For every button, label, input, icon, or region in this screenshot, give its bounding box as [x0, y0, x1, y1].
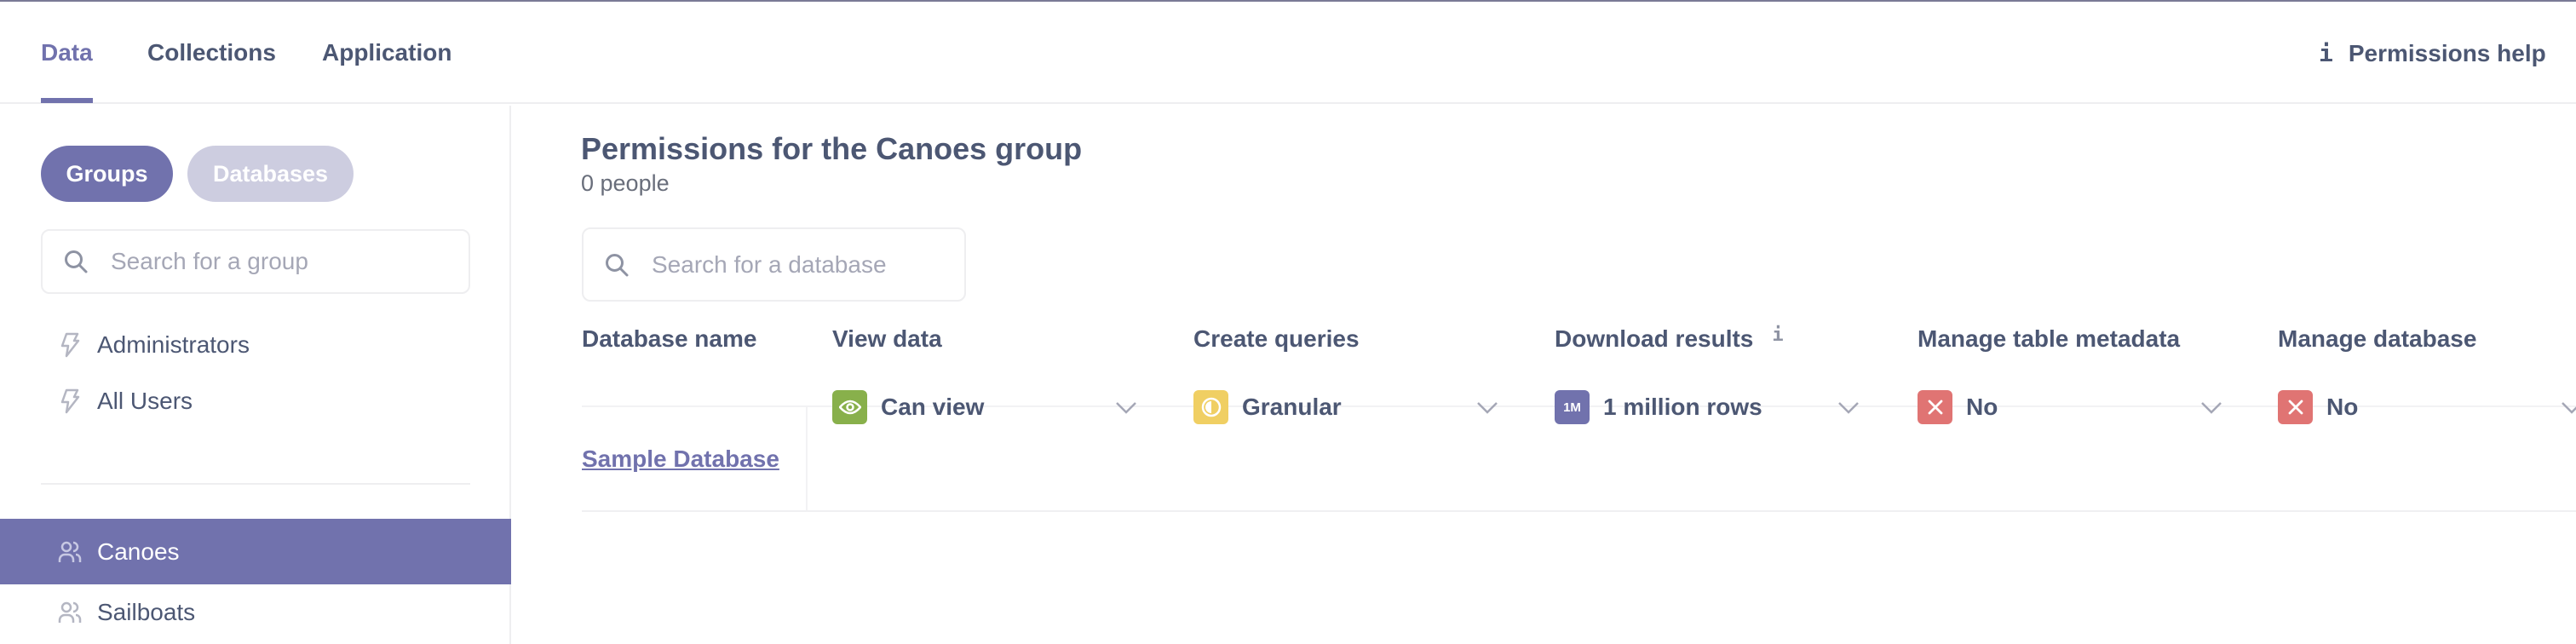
chevron-down-icon	[1838, 402, 1859, 414]
permissions-panel: Permissions for the Canoes group 0 peopl…	[513, 106, 2576, 644]
close-icon	[2278, 390, 2313, 424]
group-icon	[56, 538, 83, 566]
create-queries-select[interactable]: Granular	[1193, 389, 1500, 425]
column-header-label: Download results	[1555, 325, 1754, 352]
view-data-value: Can view	[881, 394, 985, 420]
permissions-help-label: Permissions help	[2348, 39, 2546, 66]
member-count: 0 people	[581, 170, 670, 196]
sidebar-item-label: Canoes	[97, 538, 180, 565]
sidebar-divider	[41, 483, 470, 485]
bolt-icon	[56, 388, 83, 415]
column-header-create-queries: Create queries	[1193, 325, 1360, 352]
database-search-input[interactable]: Search for a database	[582, 227, 966, 302]
sidebar: Groups Databases Search for a group Admi…	[0, 106, 511, 644]
active-tab-indicator	[41, 98, 93, 103]
sidebar-item-administrators[interactable]: Administrators	[0, 318, 511, 372]
manage-database-value: No	[2326, 394, 2359, 420]
search-icon	[606, 253, 629, 276]
column-header-manage-database: Manage database	[2278, 325, 2477, 352]
group-icon	[56, 599, 83, 626]
tab-data[interactable]: Data	[41, 39, 93, 66]
page-title: Permissions for the Canoes group	[581, 131, 1083, 166]
sidebar-item-label: All Users	[97, 388, 193, 414]
sidebar-item-sailboats[interactable]: Sailboats	[0, 585, 511, 640]
bolt-icon	[56, 331, 83, 359]
column-divider	[806, 407, 808, 510]
top-nav: Data Collections Application i Permissio…	[0, 2, 2576, 104]
chevron-down-icon	[2562, 402, 2576, 414]
partial-circle-icon	[1193, 390, 1228, 424]
sidebar-item-all-users[interactable]: All Users	[0, 374, 511, 428]
column-header-view-data: View data	[832, 325, 942, 352]
database-link[interactable]: Sample Database	[582, 407, 779, 510]
group-search-input[interactable]: Search for a group	[41, 229, 470, 294]
eye-icon	[832, 390, 867, 424]
tab-collections[interactable]: Collections	[147, 39, 276, 66]
groups-toggle-button[interactable]: Groups	[41, 146, 173, 202]
search-icon	[65, 250, 88, 273]
one-million-icon: 1M	[1555, 390, 1590, 424]
chevron-down-icon	[2201, 402, 2222, 414]
chevron-down-icon	[1477, 402, 1498, 414]
view-data-select[interactable]: Can view	[832, 389, 1139, 425]
manage-database-select[interactable]: No	[2278, 389, 2576, 425]
column-header-manage-table-metadata: Manage table metadata	[1918, 325, 2181, 352]
group-search-placeholder: Search for a group	[111, 248, 308, 274]
info-icon: i	[2319, 39, 2333, 67]
sidebar-item-canoes[interactable]: Canoes	[0, 519, 511, 584]
sidebar-item-label: Sailboats	[97, 599, 196, 625]
create-queries-value: Granular	[1242, 394, 1342, 420]
info-icon[interactable]: i	[1772, 325, 1783, 346]
manage-table-metadata-value: No	[1966, 394, 1998, 420]
sidebar-item-label: Administrators	[97, 331, 250, 358]
close-icon	[1918, 390, 1952, 424]
column-header-database-name: Database name	[582, 325, 757, 352]
manage-table-metadata-select[interactable]: No	[1918, 389, 2224, 425]
databases-toggle-button[interactable]: Databases	[187, 146, 354, 202]
permissions-help-link[interactable]: i Permissions help	[2319, 39, 2546, 67]
download-results-value: 1 million rows	[1603, 394, 1762, 420]
download-results-select[interactable]: 1M 1 million rows	[1555, 389, 1861, 425]
table-row-divider	[582, 510, 2576, 512]
chevron-down-icon	[1116, 402, 1136, 414]
column-header-download-results: Download results i	[1555, 325, 1784, 353]
tab-application[interactable]: Application	[322, 39, 451, 66]
database-search-placeholder: Search for a database	[652, 250, 887, 278]
